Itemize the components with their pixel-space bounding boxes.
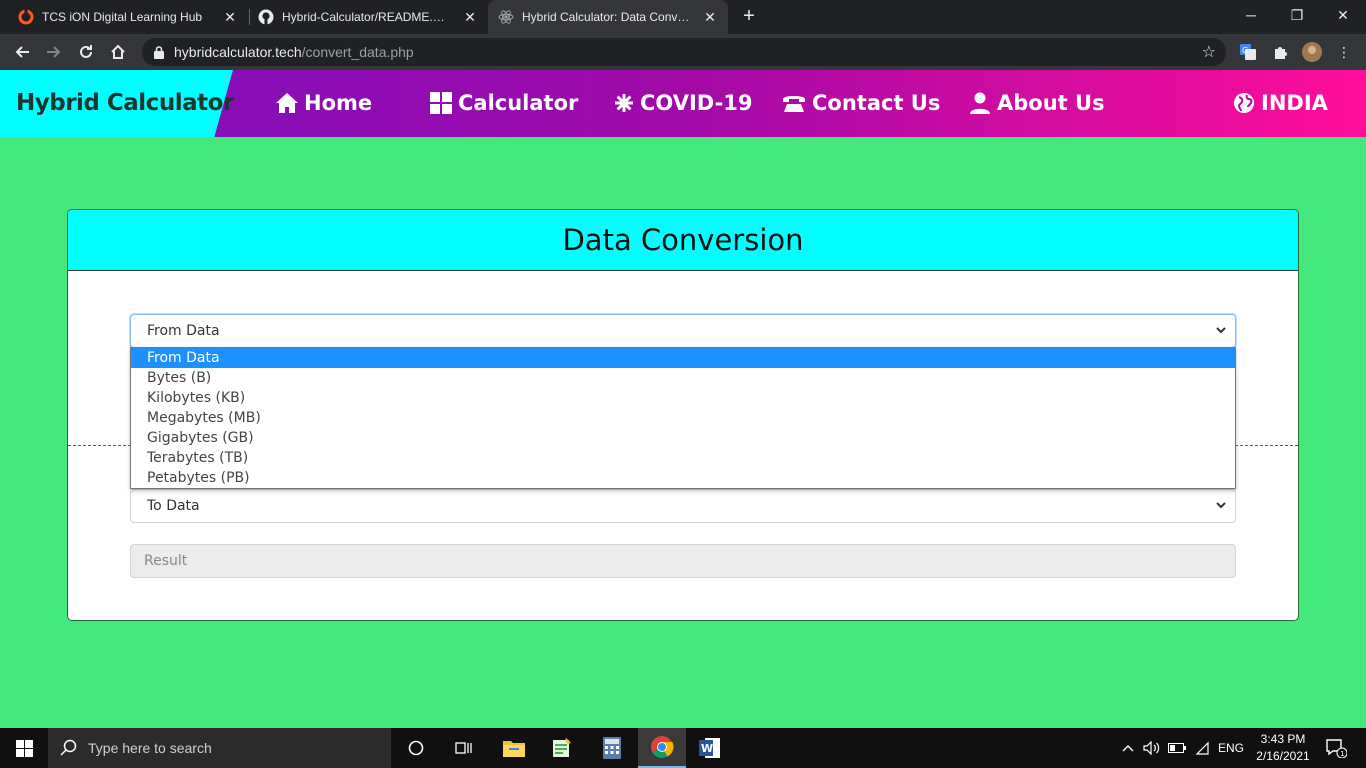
notification-count: 1 [1340, 750, 1344, 758]
cortana-icon[interactable] [392, 728, 440, 768]
nav-calculator[interactable]: Calculator [430, 88, 578, 118]
virus-icon [615, 94, 633, 112]
windows-logo-icon [15, 739, 33, 757]
page-title: Data Conversion [562, 223, 804, 257]
battery-icon[interactable] [1166, 728, 1188, 768]
option-petabytes[interactable]: Petabytes (PB) [131, 468, 1235, 488]
nav-contact-label: Contact Us [812, 91, 941, 115]
chevron-down-icon [1216, 327, 1226, 334]
nav-contact[interactable]: Contact Us [782, 88, 940, 118]
back-arrow-icon[interactable] [8, 38, 36, 66]
nav-calculator-label: Calculator [458, 91, 579, 115]
atom-icon [498, 9, 514, 25]
option-from-data[interactable]: From Data [131, 348, 1235, 368]
bookmark-star-icon[interactable]: ☆ [1202, 42, 1216, 62]
browser-menu-icon[interactable]: ⋮ [1334, 42, 1354, 62]
windows-start-button[interactable] [0, 728, 48, 768]
from-data-select[interactable]: From Data [130, 314, 1236, 348]
browser-tab-github[interactable]: Hybrid-Calculator/README.md at ✕ [248, 0, 488, 34]
search-placeholder: Type here to search [88, 740, 212, 756]
option-gigabytes[interactable]: Gigabytes (GB) [131, 428, 1235, 448]
browser-tab-tcs-ion[interactable]: TCS iON Digital Learning Hub ✕ [8, 0, 248, 34]
chrome-app-icon[interactable] [638, 728, 686, 768]
phone-icon [783, 96, 805, 112]
new-tab-button[interactable]: + [738, 5, 760, 27]
system-clock[interactable]: 3:43 PM 2/16/2021 [1250, 731, 1316, 765]
brand-logo[interactable]: Hybrid Calculator [16, 90, 234, 116]
search-icon [60, 739, 77, 756]
windows-taskbar: Type here to search W ENG 3:43 PM 2/16/2… [0, 728, 1366, 768]
browser-tab-bar: TCS iON Digital Learning Hub ✕ Hybrid-Ca… [0, 0, 1366, 34]
from-data-dropdown-list[interactable]: From Data Bytes (B) Kilobytes (KB) Megab… [130, 347, 1236, 489]
nav-about[interactable]: About Us [969, 88, 1105, 118]
wifi-icon[interactable] [1191, 728, 1213, 768]
option-megabytes[interactable]: Megabytes (MB) [131, 408, 1235, 428]
browser-toolbar: hybridcalculator.tech/convert_data.php ☆… [0, 34, 1366, 70]
user-icon [970, 92, 990, 114]
profile-avatar[interactable] [1302, 42, 1322, 62]
nav-home-label: Home [304, 91, 373, 115]
lock-icon[interactable] [144, 45, 174, 59]
language-indicator[interactable]: ENG [1215, 728, 1247, 768]
nav-covid-label: COVID-19 [640, 91, 753, 115]
result-field[interactable]: Result [130, 544, 1236, 578]
google-translate-icon[interactable]: G [1238, 42, 1258, 62]
forward-arrow-icon[interactable] [40, 38, 68, 66]
url-path: /convert_data.php [301, 44, 414, 60]
task-view-icon[interactable] [440, 728, 488, 768]
file-explorer-icon[interactable] [490, 728, 538, 768]
address-bar[interactable]: hybridcalculator.tech/convert_data.php ☆ [142, 38, 1226, 66]
url-text: hybridcalculator.tech/convert_data.php [174, 44, 414, 60]
site-navbar: Hybrid Calculator Home Calculator COVID-… [0, 70, 1366, 137]
to-data-selected-value: To Data [147, 498, 200, 514]
close-tab-icon[interactable]: ✕ [702, 9, 718, 26]
close-tab-icon[interactable]: ✕ [222, 9, 238, 26]
clock-date: 2/16/2021 [1256, 749, 1310, 763]
show-hidden-icons-chevron-icon[interactable] [1118, 728, 1138, 768]
extensions-puzzle-icon[interactable] [1270, 42, 1290, 62]
home-icon [276, 93, 298, 113]
clock-time: 3:43 PM [1260, 732, 1306, 746]
reload-icon[interactable] [72, 38, 100, 66]
nav-region-label: INDIA [1261, 91, 1328, 115]
option-terabytes[interactable]: Terabytes (TB) [131, 448, 1235, 468]
nav-covid[interactable]: COVID-19 [614, 88, 753, 118]
grid-icon [430, 92, 452, 114]
browser-tab-active[interactable]: Hybrid Calculator: Data Conversion ✕ [488, 0, 728, 34]
tcs-ion-icon [18, 9, 34, 25]
calculator-app-icon[interactable] [588, 728, 636, 768]
github-icon [258, 9, 274, 25]
card-header: Data Conversion [68, 210, 1298, 271]
globe-icon [1234, 93, 1254, 113]
minimize-icon[interactable]: ─ [1228, 0, 1274, 30]
word-app-icon[interactable]: W [686, 728, 734, 768]
close-window-icon[interactable]: ✕ [1320, 0, 1366, 30]
chevron-down-icon [1216, 502, 1226, 509]
nav-about-label: About Us [997, 91, 1105, 115]
option-kilobytes[interactable]: Kilobytes (KB) [131, 388, 1235, 408]
nav-home[interactable]: Home [276, 88, 372, 118]
action-center-icon[interactable]: 1 [1318, 728, 1354, 768]
notepad-app-icon[interactable] [538, 728, 586, 768]
svg-text:G: G [1242, 46, 1248, 55]
taskbar-search-box[interactable]: Type here to search [48, 728, 391, 768]
nav-region[interactable]: INDIA [1233, 88, 1328, 118]
home-browser-icon[interactable] [104, 38, 132, 66]
restore-icon[interactable]: ❐ [1274, 0, 1320, 30]
to-data-select[interactable]: To Data [130, 489, 1236, 523]
close-tab-icon[interactable]: ✕ [462, 9, 478, 26]
result-placeholder: Result [144, 553, 188, 569]
option-bytes[interactable]: Bytes (B) [131, 368, 1235, 388]
svg-text:W: W [701, 742, 713, 755]
from-data-selected-value: From Data [147, 323, 220, 339]
volume-icon[interactable] [1141, 728, 1163, 768]
url-domain: hybridcalculator.tech [174, 44, 302, 60]
